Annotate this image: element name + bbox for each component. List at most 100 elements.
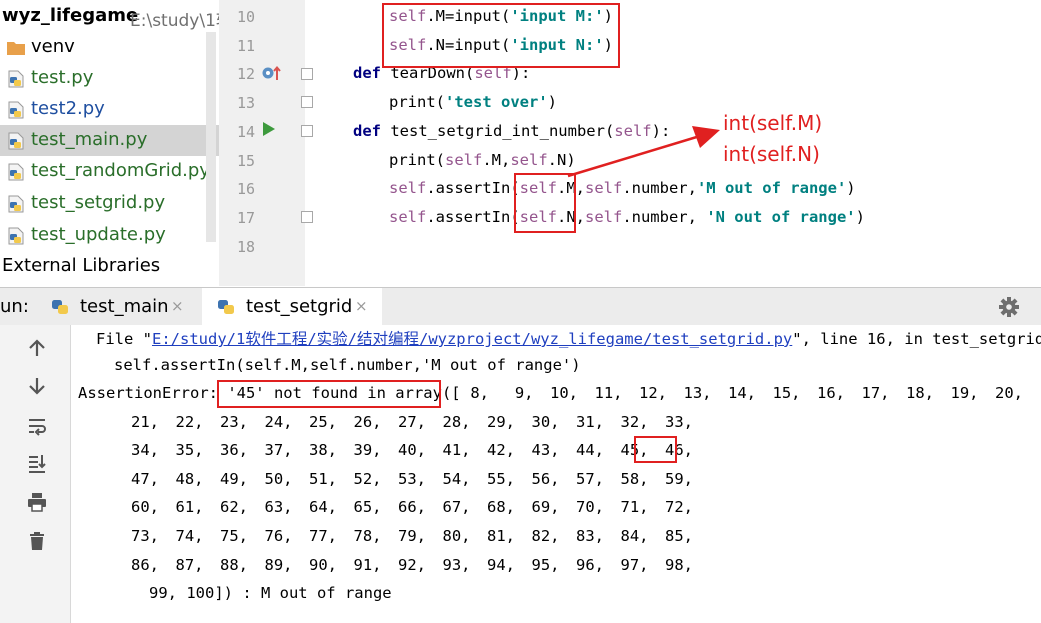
tab-test-setgrid[interactable]: test_setgrid × (202, 288, 382, 325)
annotation-line: int(self.N) (723, 142, 820, 166)
array-value: 40, (398, 441, 426, 460)
code-token: .M, (482, 150, 511, 169)
array-value: 51, (309, 469, 337, 488)
array-value: 87, (175, 555, 204, 574)
array-value: 43, (531, 441, 560, 460)
array-value: 58, (620, 469, 649, 488)
array-value: 68, (487, 498, 515, 517)
code-token: ) (855, 207, 865, 226)
array-value: 37, (264, 441, 293, 460)
array-value: 19, (950, 384, 979, 402)
console-text: File " (96, 330, 152, 348)
array-value: 32, (620, 412, 649, 431)
code-token: self (584, 207, 623, 226)
array-value: 77, (309, 527, 337, 545)
tab-test-main[interactable]: test_main × (36, 288, 194, 325)
array-value: 28, (442, 412, 471, 431)
console-file-line: File "E:/study/1软件工程/实验/结对编程/wyzproject/… (96, 327, 1041, 349)
code-token: .assertIn( (426, 179, 520, 198)
array-value: 71, (620, 498, 649, 517)
highlight-box-45 (634, 436, 677, 463)
tree-item-test-py[interactable]: test.py (0, 63, 219, 94)
soft-wrap-icon[interactable] (26, 415, 48, 437)
array-value: 47, (131, 469, 159, 488)
python-file-icon (8, 101, 24, 119)
array-value: 83, (576, 527, 604, 545)
array-value: 94, (487, 555, 515, 574)
array-value: 88, (220, 555, 248, 574)
console-last-line: 99, 100]) : M out of range (149, 584, 392, 602)
array-value: 92, (398, 555, 426, 574)
fold-marker[interactable] (301, 125, 313, 137)
tree-item-label: test.py (31, 67, 94, 88)
run-tab-bar: un: test_main × test_setgrid × (0, 287, 1041, 326)
array-value: 82, (531, 527, 560, 545)
tree-item-test-randomgrid-py[interactable]: test_randomGrid.py (0, 156, 219, 187)
tree-item-test-update-py[interactable]: test_update.py (0, 220, 219, 251)
code-token: self (389, 179, 427, 198)
run-toolbar (0, 325, 71, 623)
code-token: self (510, 150, 548, 169)
array-value: 38, (309, 441, 337, 460)
fold-marker[interactable] (301, 68, 313, 80)
fold-marker[interactable] (301, 211, 313, 223)
tree-item-external-libraries[interactable]: External Libraries (2, 255, 160, 276)
array-value: 31, (576, 412, 604, 431)
array-value: 60, (131, 498, 159, 517)
array-value: 33, (665, 412, 693, 431)
file-link[interactable]: E:/study/1软件工程/实验/结对编程/wyzproject/wyz_li… (152, 330, 792, 348)
console-output[interactable]: File "E:/study/1软件工程/实验/结对编程/wyzproject/… (71, 325, 1041, 623)
array-value: 15, (772, 384, 801, 402)
array-value: 86, (131, 555, 159, 574)
tree-scrollbar[interactable] (206, 32, 216, 242)
array-value: 18, (906, 384, 934, 402)
close-icon[interactable]: × (171, 297, 184, 315)
code-line: self.assertIn(self.N,self.number, 'N out… (389, 208, 865, 234)
python-file-icon (8, 70, 24, 88)
array-value: 29, (487, 412, 515, 431)
code-token: print( (389, 93, 445, 112)
python-file-icon (8, 195, 24, 213)
python-icon (52, 300, 68, 314)
code-token: .assertIn( (426, 207, 520, 226)
array-value: 80, (442, 527, 471, 545)
array-value: 84, (620, 527, 649, 545)
arrow-down-icon[interactable] (26, 375, 48, 397)
console-text: AssertionError: (78, 384, 228, 402)
code-token: self (584, 179, 623, 198)
array-value: 59, (665, 469, 693, 488)
close-icon[interactable]: × (355, 297, 368, 315)
code-token: .number, (622, 179, 697, 198)
console-assert-line: self.assertIn(self.M,self.number,'M out … (114, 356, 581, 374)
array-value: 91, (353, 555, 382, 574)
array-value: 75, (220, 527, 248, 545)
arrow-up-icon[interactable] (26, 337, 48, 359)
scroll-to-end-icon[interactable] (26, 452, 48, 474)
array-value: 52, (353, 469, 382, 488)
array-value: 61, (175, 498, 204, 517)
tree-item-test-setgrid-py[interactable]: test_setgrid.py (0, 188, 219, 219)
array-value: 25, (309, 412, 337, 431)
array-value: 34, (131, 441, 159, 460)
tree-item-test-main-py[interactable]: test_main.py (0, 125, 219, 156)
project-header[interactable]: wyz_lifegame E:\study\1软 (0, 0, 219, 32)
override-method-icon[interactable] (261, 64, 283, 82)
array-value: 20, (995, 384, 1023, 402)
print-icon[interactable] (26, 491, 48, 513)
run-test-icon[interactable] (262, 121, 276, 137)
annotation-line: int(self.M) (723, 111, 823, 135)
trash-icon[interactable] (26, 530, 48, 552)
tree-item-venv[interactable]: venv (0, 32, 219, 63)
array-value: 89, (264, 555, 293, 574)
fold-marker[interactable] (301, 96, 313, 108)
array-value: 11, (594, 384, 623, 402)
array-value: 66, (398, 498, 426, 517)
line-number: 14 (236, 122, 255, 141)
python-file-icon (8, 163, 24, 181)
array-value: 23, (220, 412, 248, 431)
array-value: 49, (220, 469, 248, 488)
tree-item-test2-py[interactable]: test2.py (0, 94, 219, 125)
python-icon (218, 300, 234, 314)
run-label: un: (0, 296, 29, 317)
gear-icon[interactable] (998, 296, 1020, 318)
